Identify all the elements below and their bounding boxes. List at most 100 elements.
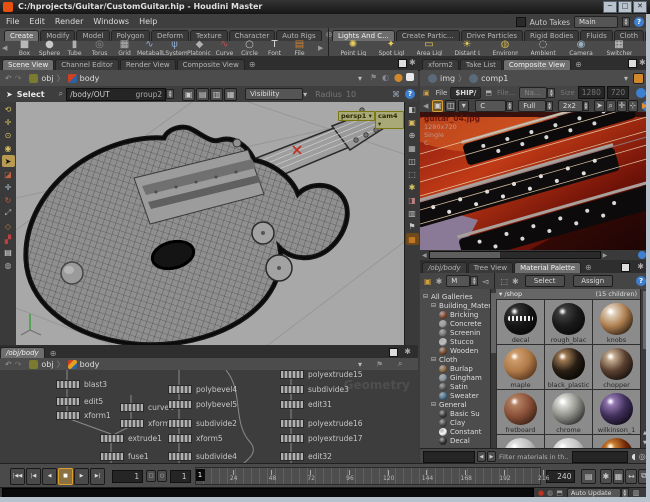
tool-font[interactable]: TFont bbox=[262, 39, 287, 57]
select-tool-icon[interactable]: ➤ bbox=[2, 155, 15, 167]
material-cell-maple[interactable]: maple bbox=[497, 345, 544, 389]
network-back-icon[interactable]: ↶ bbox=[5, 360, 12, 369]
scroll-right-icon[interactable]: ▶ bbox=[603, 252, 608, 259]
next-frame-button[interactable]: ▶| bbox=[90, 468, 105, 485]
node-polybevel4[interactable]: polybevel4 bbox=[168, 385, 237, 394]
na-stepper[interactable]: ▲▼ bbox=[547, 88, 555, 98]
left-pane-gear-icon[interactable]: ✱ bbox=[409, 58, 416, 67]
shelf-scroll-left[interactable]: ◀ bbox=[2, 44, 7, 52]
range-limit-button[interactable]: □ bbox=[146, 470, 156, 482]
assign-material-button[interactable]: Assign bbox=[573, 275, 613, 287]
tool-box[interactable]: ■Box bbox=[12, 39, 37, 57]
tool-torus[interactable]: ◎Torus bbox=[87, 39, 112, 57]
tool-spot-light[interactable]: ✦Spot Light bbox=[372, 39, 410, 57]
cache-status-icon[interactable]: ⬒ bbox=[556, 489, 563, 497]
gallery-tree-item-basic-su[interactable]: Basic Su bbox=[420, 409, 490, 418]
material-gear-icon[interactable]: ✱ bbox=[512, 277, 519, 286]
loop-button[interactable]: ○ bbox=[157, 470, 167, 482]
gallery-tree-item-concrete[interactable]: Concrete bbox=[420, 319, 490, 328]
close-button[interactable]: ✕ bbox=[633, 1, 647, 13]
scene-crumb-root[interactable]: obj bbox=[41, 74, 53, 83]
audio-icon[interactable]: ◅ bbox=[482, 277, 488, 286]
menu-edit[interactable]: Edit bbox=[29, 17, 45, 26]
material-pane-tab-tree-view[interactable]: Tree View bbox=[468, 262, 513, 273]
flipbook-button[interactable]: ▾ bbox=[458, 100, 469, 112]
memory-icon[interactable]: ▥ bbox=[633, 489, 640, 497]
gallery-tree-item-general[interactable]: ⊟General bbox=[420, 400, 490, 409]
image-crumb-node[interactable]: comp1 bbox=[481, 74, 508, 83]
filter-clear-icon[interactable]: ◎ bbox=[639, 452, 646, 461]
timeline-ruler[interactable]: 1 24487296120144168192216 bbox=[195, 467, 542, 485]
layout-icon[interactable] bbox=[406, 73, 414, 81]
tree-expand-icon[interactable]: ⊟ bbox=[431, 356, 436, 363]
persp-view-label[interactable]: persp1 ▾ bbox=[338, 111, 375, 121]
network-crumb-node[interactable]: body bbox=[80, 360, 100, 369]
view-tool-icon[interactable]: ⟲ bbox=[2, 103, 15, 115]
scroll-help-icon[interactable] bbox=[638, 251, 646, 259]
zoom-tool-icon[interactable]: ◉ bbox=[2, 142, 15, 154]
tool-camera[interactable]: ◉Camera bbox=[562, 39, 600, 57]
play-reverse-button[interactable]: ◀ bbox=[42, 468, 57, 485]
image-path-dropdown-icon[interactable]: ▾ bbox=[624, 74, 628, 83]
menu-render[interactable]: Render bbox=[55, 17, 83, 26]
pane-tab-composite-view[interactable]: Composite View bbox=[503, 59, 571, 70]
left-pane-maximize-icon[interactable] bbox=[398, 59, 407, 68]
material-filter-input[interactable] bbox=[572, 451, 628, 463]
image-crumb-root[interactable]: img bbox=[440, 74, 455, 83]
resolution-dropdown[interactable]: Full bbox=[518, 100, 546, 112]
tool-switcher[interactable]: ▦Switcher bbox=[600, 39, 638, 57]
material-pane-add-icon[interactable]: ⊕ bbox=[585, 263, 592, 272]
right-pane-gear-icon[interactable]: ✱ bbox=[639, 58, 646, 67]
node-edit32[interactable]: edit32 bbox=[280, 452, 332, 461]
forward-icon[interactable]: ↷ bbox=[15, 74, 22, 83]
material-cell-black-plastic[interactable]: black_plastic bbox=[545, 345, 592, 389]
pane-tab-scene-view[interactable]: Scene View bbox=[2, 59, 54, 70]
network-crumb-root[interactable]: obj bbox=[41, 360, 53, 369]
gallery-tree-item-wooden[interactable]: Wooden bbox=[420, 346, 490, 355]
prev-keyframe-button[interactable]: |◀ bbox=[26, 468, 41, 485]
tool-grid[interactable]: ▦Grid bbox=[112, 39, 137, 57]
node-xform5[interactable]: xform5 bbox=[168, 434, 223, 443]
flipbook-settings-button[interactable]: ▦ bbox=[613, 469, 625, 484]
record-icon[interactable]: ● bbox=[538, 489, 544, 497]
tool-tube[interactable]: ▮Tube bbox=[62, 39, 87, 57]
gallery-tree-item-stucco[interactable]: Stucco bbox=[420, 337, 490, 346]
network-forward-icon[interactable]: ↷ bbox=[15, 360, 22, 369]
display-options-icon[interactable]: ▤ bbox=[2, 246, 15, 258]
channel-stepper[interactable]: ▲▼ bbox=[506, 101, 513, 111]
maximize-button[interactable]: □ bbox=[618, 1, 632, 13]
title-bar[interactable]: C:/hprojects/Guitar/CustomGuitar.hip - H… bbox=[0, 0, 650, 15]
hip-dropdown[interactable]: $HIP/ bbox=[450, 87, 481, 99]
gallery-tree-item-clay[interactable]: Clay bbox=[420, 418, 490, 427]
tool-ambient-l[interactable]: ◌Ambient L.. bbox=[524, 39, 562, 57]
selection-stepper[interactable]: ▲▼ bbox=[166, 89, 174, 99]
scroll-left-icon[interactable]: ◀ bbox=[422, 252, 427, 259]
tree-expand-icon[interactable]: ⊟ bbox=[423, 293, 428, 300]
gallery-tree-item-sweater[interactable]: Sweater bbox=[420, 391, 490, 400]
globe-icon[interactable]: ◐ bbox=[382, 73, 389, 82]
node-xform1[interactable]: xform1 bbox=[56, 411, 111, 420]
gallery-tree-item-constant[interactable]: Constant bbox=[420, 427, 490, 436]
magnifier-icon[interactable]: ⌕ bbox=[59, 89, 63, 99]
group-list-icon[interactable]: ▥ bbox=[406, 207, 419, 219]
image-help-icon[interactable] bbox=[636, 88, 646, 98]
right-pane-maximize-icon[interactable] bbox=[628, 59, 637, 68]
pane-tab-take-list[interactable]: Take List bbox=[460, 59, 502, 70]
select-prims-button[interactable]: ▥ bbox=[210, 88, 223, 101]
height-field[interactable]: 720 bbox=[607, 86, 629, 99]
filter-toggle-icon[interactable]: ◖ bbox=[632, 452, 636, 461]
stop-button[interactable]: ■ bbox=[58, 468, 73, 485]
node-edit5[interactable]: edit5 bbox=[56, 397, 103, 406]
folder-icon[interactable]: ▣ bbox=[423, 89, 430, 97]
snap-options-icon[interactable]: ▞ bbox=[2, 233, 15, 245]
wireframe-icon[interactable]: ⬚ bbox=[406, 168, 419, 180]
pan-mode-button[interactable]: ✛ bbox=[617, 100, 627, 112]
material-cell-fretboard[interactable]: fretboard bbox=[497, 390, 544, 434]
rendered-image-view[interactable]: guitar_04.jpg 1280x720 Single C bbox=[420, 112, 650, 250]
material-cell-wilkinson-1[interactable]: wilkinson_1 bbox=[593, 390, 640, 434]
network-add-tab-icon[interactable]: ⊕ bbox=[50, 349, 57, 358]
lock-camera-icon[interactable]: ▣ bbox=[406, 116, 419, 128]
scene-path-dropdown-icon[interactable]: ▾ bbox=[358, 74, 362, 83]
select-geometry-icon[interactable]: ◪ bbox=[2, 168, 15, 180]
select-material-button[interactable]: Select bbox=[525, 275, 565, 287]
